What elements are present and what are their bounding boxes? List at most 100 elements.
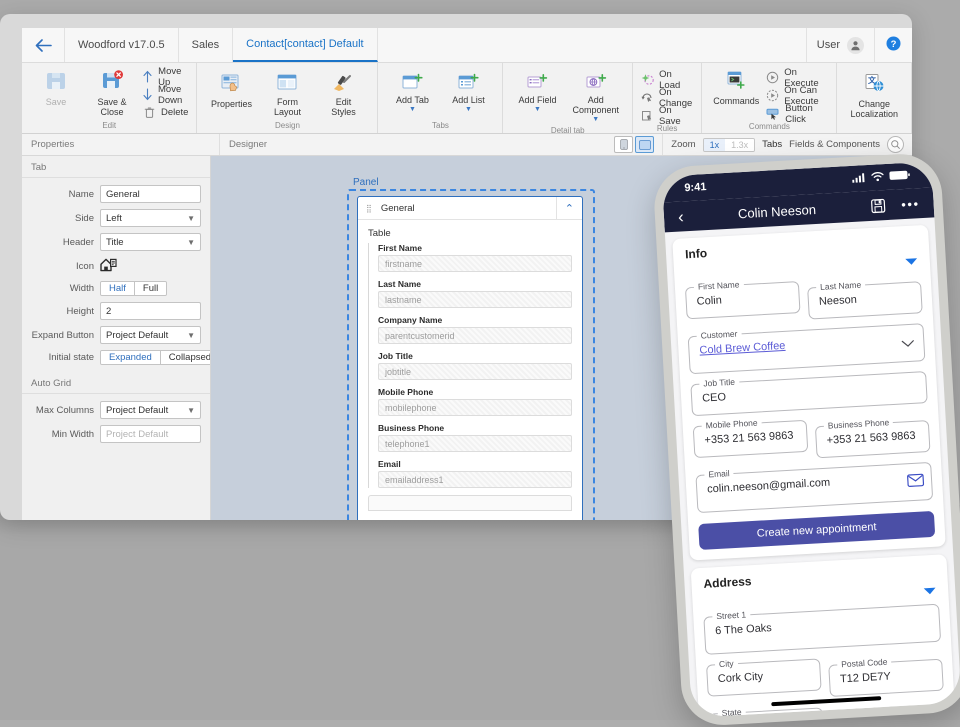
initial-state-option-collapsed[interactable]: Collapsed bbox=[159, 351, 210, 364]
add-tab-button[interactable]: Add Tab ▼ bbox=[386, 71, 438, 115]
field-input[interactable]: telephone1 bbox=[378, 435, 572, 452]
side-select[interactable]: Left ▼ bbox=[100, 209, 201, 227]
move-down-button[interactable]: Move Down bbox=[142, 84, 188, 106]
breadcrumb-module[interactable]: Sales bbox=[179, 28, 234, 62]
height-input[interactable]: 2 bbox=[100, 302, 201, 320]
designer-field-job-title[interactable]: Job Title jobtitle bbox=[378, 351, 572, 380]
on-change-button[interactable]: On Change bbox=[641, 87, 693, 109]
save-and-close-button[interactable]: Save & Close bbox=[86, 67, 138, 119]
phone-device-icon[interactable] bbox=[614, 136, 634, 153]
ribbon-group-label-design: Design bbox=[275, 121, 300, 130]
field-input[interactable]: jobtitle bbox=[378, 363, 572, 380]
search-icon[interactable] bbox=[887, 136, 904, 153]
move-up-button[interactable]: Move Up bbox=[142, 66, 188, 88]
max-columns-select[interactable]: Project Default ▼ bbox=[100, 401, 201, 419]
change-localization-button[interactable]: 文 Change Localization bbox=[845, 71, 903, 121]
delete-button[interactable]: Delete bbox=[142, 105, 188, 120]
envelope-icon[interactable] bbox=[907, 473, 925, 492]
header-select[interactable]: Title ▼ bbox=[100, 233, 201, 251]
field-label: Customer bbox=[696, 328, 742, 341]
designer-card-header[interactable]: ⣿ General ⌃ bbox=[358, 197, 582, 220]
phone-field-email[interactable]: Email colin.neeson@gmail.com bbox=[695, 461, 934, 514]
commands-button[interactable]: Commands bbox=[710, 68, 762, 108]
field-input[interactable]: lastname bbox=[378, 291, 572, 308]
back-button[interactable] bbox=[22, 28, 65, 62]
chevron-down-icon: ▼ bbox=[187, 405, 195, 415]
initial-state-option-expanded[interactable]: Expanded bbox=[101, 351, 160, 364]
phone-field-job-title[interactable]: Job Title CEO bbox=[690, 371, 928, 417]
on-execute-button[interactable]: On Execute bbox=[766, 67, 828, 89]
user-menu[interactable]: User bbox=[805, 28, 874, 62]
on-can-execute-button[interactable]: On Can Execute bbox=[766, 85, 828, 107]
on-load-button[interactable]: On Load bbox=[641, 69, 693, 91]
add-field-button[interactable]: Add Field ▼ bbox=[511, 71, 563, 115]
ribbon-group-detail-tab: Add Field ▼ Add Component ▼ Detail tab bbox=[503, 63, 633, 135]
field-input[interactable]: mobilephone bbox=[378, 399, 572, 416]
designer-field-email[interactable]: Email emailaddress1 bbox=[378, 459, 572, 488]
chevron-down-icon[interactable]: ▼ bbox=[534, 106, 541, 113]
home-badge-icon[interactable] bbox=[100, 257, 117, 275]
field-input[interactable]: parentcustomerid bbox=[378, 327, 572, 344]
designer-field-company-name[interactable]: Company Name parentcustomerid bbox=[378, 315, 572, 344]
save-button[interactable]: Save bbox=[30, 67, 82, 109]
expand-button-select[interactable]: Project Default ▼ bbox=[100, 326, 201, 344]
designer-field-mobile-phone[interactable]: Mobile Phone mobilephone bbox=[378, 387, 572, 416]
field-value-link[interactable]: Cold Brew Coffee bbox=[699, 340, 786, 357]
chevron-down-icon[interactable] bbox=[901, 339, 915, 350]
add-list-button[interactable]: Add List ▼ bbox=[442, 71, 494, 115]
edit-styles-button[interactable]: Edit Styles bbox=[317, 71, 369, 119]
designer-field-business-phone[interactable]: Business Phone telephone1 bbox=[378, 423, 572, 452]
zoom-and-tabs-controls: Zoom 1x 1.3x Tabs Fields & Components bbox=[662, 134, 912, 155]
fields-and-components-tab[interactable]: Fields & Components bbox=[789, 139, 880, 150]
status-indicators bbox=[852, 167, 911, 188]
designer-field-last-name[interactable]: Last Name lastname bbox=[378, 279, 572, 308]
add-list-icon bbox=[456, 73, 480, 94]
add-list-label: Add List bbox=[452, 95, 485, 105]
field-input[interactable]: firstname bbox=[378, 255, 572, 272]
zoom-option-1_3x[interactable]: 1.3x bbox=[725, 138, 755, 151]
designer-field-first-name[interactable]: First Name firstname bbox=[378, 243, 572, 272]
phone-field-customer[interactable]: Customer Cold Brew Coffee bbox=[687, 323, 926, 375]
tabs-tab[interactable]: Tabs bbox=[762, 139, 782, 150]
width-option-half[interactable]: Half bbox=[101, 282, 134, 295]
chevron-down-icon[interactable]: ▼ bbox=[465, 106, 472, 113]
more-horizontal-icon[interactable]: ••• bbox=[901, 196, 920, 212]
add-component-icon bbox=[584, 73, 608, 94]
phone-field-last-name[interactable]: Last Name Neeson bbox=[807, 279, 923, 320]
field-label: Last Name bbox=[815, 279, 866, 293]
properties-button[interactable]: Properties bbox=[205, 71, 257, 111]
on-save-button[interactable]: On Save bbox=[641, 105, 693, 127]
button-click-button[interactable]: Button Click bbox=[766, 103, 828, 125]
field-input[interactable]: emailaddress1 bbox=[378, 471, 572, 488]
help-button[interactable]: ? bbox=[874, 28, 912, 62]
breadcrumb-app-title[interactable]: Woodford v17.0.5 bbox=[65, 28, 179, 62]
chevron-left-icon[interactable]: ‹ bbox=[677, 207, 684, 226]
add-component-button[interactable]: Add Component ▼ bbox=[567, 71, 624, 125]
chevron-down-icon: ▼ bbox=[187, 330, 195, 340]
save-label: Save bbox=[45, 97, 67, 107]
phone-field-mobile-phone[interactable]: Mobile Phone +353 21 563 9863 bbox=[692, 417, 809, 459]
phone-field-postal-code[interactable]: Postal Code T12 DE7Y bbox=[828, 656, 944, 697]
floppy-save-icon[interactable] bbox=[870, 198, 886, 214]
ribbon-group-label-rules: Rules bbox=[656, 124, 678, 133]
chevron-up-icon[interactable]: ⌃ bbox=[555, 197, 574, 219]
form-layout-button[interactable]: Form Layout bbox=[261, 71, 313, 119]
phone-field-city[interactable]: City Cork City bbox=[706, 658, 822, 697]
phone-field-business-phone[interactable]: Business Phone +353 21 563 9863 bbox=[814, 416, 931, 459]
phone-field-street-1[interactable]: Street 1 6 The Oaks bbox=[703, 603, 942, 655]
property-row-name: Name General bbox=[22, 182, 210, 206]
name-input[interactable]: General bbox=[100, 185, 201, 203]
phone-field-first-name[interactable]: First Name Colin bbox=[684, 279, 801, 320]
breadcrumb-active-document[interactable]: Contact[contact] Default bbox=[233, 28, 378, 62]
chevron-down-icon[interactable]: ▼ bbox=[592, 116, 599, 123]
designer-tab-card[interactable]: ⣿ General ⌃ Table First Name firstname L… bbox=[357, 196, 583, 520]
add-field-label: Add Field bbox=[518, 95, 557, 105]
width-option-full[interactable]: Full bbox=[133, 282, 167, 295]
tablet-device-icon[interactable] bbox=[635, 136, 655, 153]
drag-grip-icon[interactable]: ⣿ bbox=[366, 204, 373, 212]
zoom-label: Zoom bbox=[671, 139, 696, 150]
panel-label: Panel bbox=[353, 177, 379, 188]
chevron-down-icon[interactable]: ▼ bbox=[409, 106, 416, 113]
zoom-option-1x[interactable]: 1x bbox=[703, 138, 726, 151]
min-width-input[interactable]: Project Default bbox=[100, 425, 201, 443]
